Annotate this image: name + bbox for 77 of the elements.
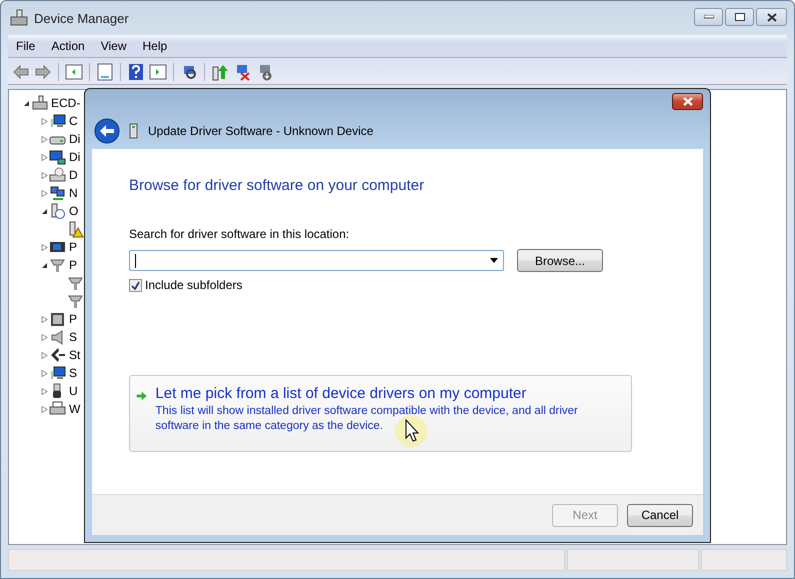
- tree-item[interactable]: P: [69, 240, 78, 254]
- dropdown-arrow-icon[interactable]: [490, 258, 498, 263]
- menu-item[interactable]: View: [92, 39, 134, 53]
- device-icon: [49, 202, 66, 220]
- collapse-icon[interactable]: [40, 262, 48, 268]
- tree-item[interactable]: ECD-: [51, 96, 80, 110]
- device-icon: [49, 166, 66, 184]
- device-icon: [49, 184, 66, 202]
- command-link[interactable]: Let me pick from a list of device drivers on my computer This list will show installed driver software compatible with the device, and all driver software in the same category as the device.: [129, 375, 632, 452]
- device-icon: [49, 346, 66, 364]
- expand-icon[interactable]: [40, 334, 48, 340]
- expand-icon[interactable]: [40, 406, 48, 412]
- expand-icon[interactable]: [40, 154, 48, 160]
- checkbox-label: Include subfolders: [145, 278, 242, 292]
- tree-item[interactable]: S: [69, 330, 78, 344]
- tree-item[interactable]: St: [69, 348, 80, 362]
- back-icon[interactable]: [12, 62, 30, 80]
- tree-item[interactable]: D: [69, 168, 78, 182]
- close-icon: [766, 12, 776, 22]
- device-icon: [31, 94, 48, 112]
- dialog-heading: Browse for driver software on your computer: [129, 177, 426, 194]
- forward-icon[interactable]: [34, 62, 52, 80]
- help-icon[interactable]: [127, 62, 145, 80]
- device-icon: [49, 400, 66, 418]
- pane-icon[interactable]: [149, 62, 167, 80]
- device-icon: [128, 122, 140, 140]
- update-icon[interactable]: [211, 62, 229, 80]
- tree-item[interactable]: Di: [69, 132, 80, 146]
- menu-item[interactable]: File: [8, 39, 44, 53]
- checkbox[interactable]: [129, 278, 142, 292]
- collapse-icon[interactable]: [22, 100, 30, 106]
- close-button[interactable]: [756, 8, 787, 26]
- expand-icon[interactable]: [40, 118, 48, 124]
- expand-icon[interactable]: [40, 244, 48, 250]
- browse-button[interactable]: Browse...: [517, 249, 603, 272]
- tree-item[interactable]: Di: [69, 150, 80, 164]
- back-button[interactable]: [94, 118, 120, 144]
- minimize-button[interactable]: [694, 8, 723, 26]
- arrow-icon: [136, 389, 148, 403]
- device-icon: [49, 364, 66, 382]
- menu-item[interactable]: Help: [134, 39, 176, 53]
- expand-icon[interactable]: [40, 370, 48, 376]
- close-icon: [682, 96, 694, 106]
- expand-icon[interactable]: [40, 190, 48, 196]
- expand-icon[interactable]: [40, 316, 48, 322]
- device-icon: [49, 256, 66, 274]
- device-icon: [67, 220, 84, 238]
- maximize-button[interactable]: [725, 8, 754, 26]
- device-icon: [67, 292, 84, 310]
- expand-icon[interactable]: [40, 172, 48, 178]
- tree-item[interactable]: W: [69, 402, 80, 416]
- minimize-icon: [704, 15, 714, 19]
- expand-icon[interactable]: [40, 388, 48, 394]
- expand-icon[interactable]: [40, 352, 48, 358]
- properties-icon[interactable]: [96, 62, 114, 80]
- device-icon: [49, 310, 66, 328]
- tree-item[interactable]: P: [69, 258, 78, 272]
- tree-item[interactable]: P: [69, 312, 78, 326]
- dialog-title: Update Driver Software - Unknown Device: [148, 124, 374, 138]
- expand-icon[interactable]: [40, 136, 48, 142]
- tree-item[interactable]: U: [69, 384, 78, 398]
- menu-item[interactable]: Action: [43, 39, 93, 53]
- dialog-button[interactable]: Cancel: [627, 504, 693, 526]
- maximize-icon: [734, 13, 744, 21]
- tree-item[interactable]: S: [69, 366, 78, 380]
- pane-icon[interactable]: [65, 62, 83, 80]
- device-manager-icon: [10, 9, 28, 27]
- device-icon: [49, 112, 66, 130]
- tree-item[interactable]: O: [69, 204, 78, 218]
- window-title: Device Manager: [34, 10, 130, 26]
- close-button[interactable]: [672, 92, 703, 110]
- tree-item[interactable]: N: [69, 186, 78, 200]
- device-icon: [49, 148, 66, 166]
- collapse-icon[interactable]: [40, 208, 48, 214]
- tree-item[interactable]: C: [69, 114, 78, 128]
- field-label: Search for driver software in this location:: [129, 227, 350, 241]
- device-icon: [67, 274, 84, 292]
